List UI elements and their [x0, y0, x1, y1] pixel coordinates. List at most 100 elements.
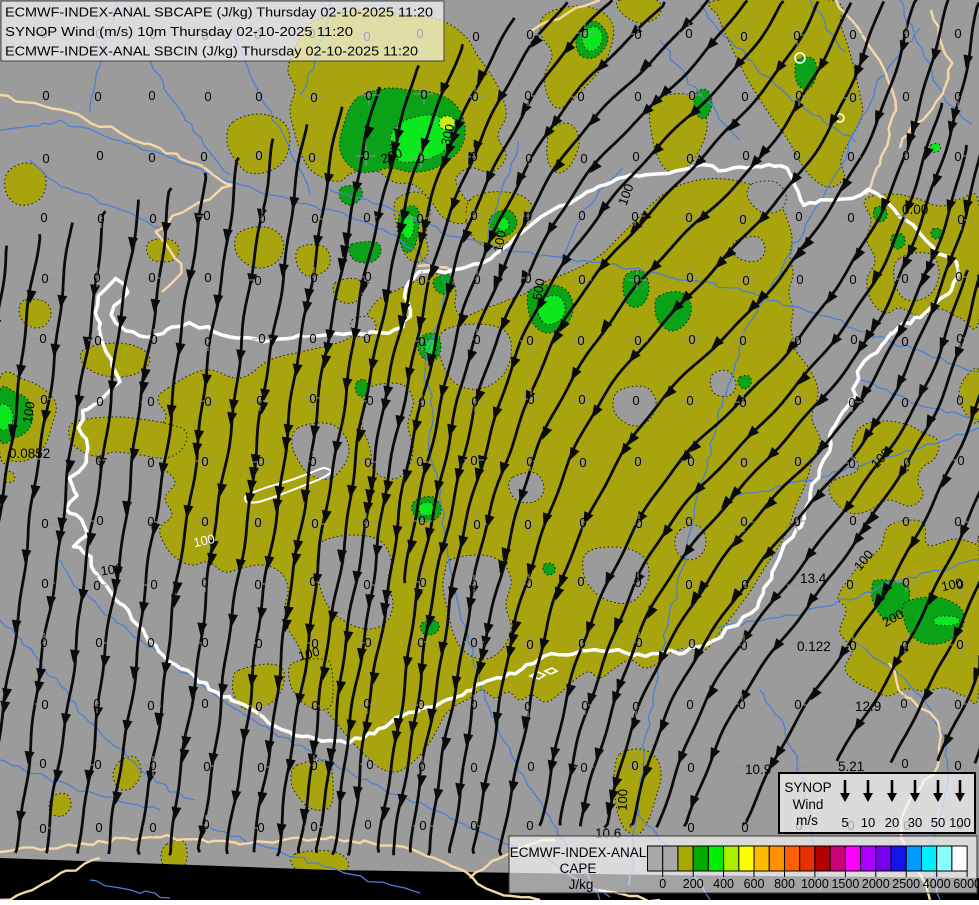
svg-text:0: 0	[635, 516, 642, 531]
svg-text:0: 0	[903, 455, 910, 470]
svg-text:ECMWF-INDEX-ANAL SBCAPE (J/kg): ECMWF-INDEX-ANAL SBCAPE (J/kg) Thursday …	[5, 6, 433, 20]
svg-text:0: 0	[900, 696, 907, 711]
svg-text:0: 0	[257, 454, 264, 469]
svg-text:0: 0	[419, 575, 426, 590]
svg-text:0: 0	[634, 89, 641, 104]
svg-text:0: 0	[310, 819, 317, 834]
svg-text:0: 0	[849, 513, 856, 528]
svg-text:0: 0	[687, 454, 694, 469]
svg-text:0: 0	[470, 818, 477, 833]
svg-text:ECMWF-INDEX-ANAL SBCIN (J/kg): ECMWF-INDEX-ANAL SBCIN (J/kg) Thursday 0…	[5, 45, 418, 59]
svg-text:0: 0	[418, 334, 425, 349]
svg-text:0: 0	[954, 89, 961, 104]
svg-text:0: 0	[40, 210, 47, 225]
svg-text:0: 0	[95, 453, 102, 468]
svg-text:0: 0	[686, 697, 693, 712]
svg-text:0: 0	[472, 29, 479, 44]
svg-text:0: 0	[418, 273, 425, 288]
svg-text:0: 0	[685, 514, 692, 529]
svg-text:0: 0	[738, 697, 745, 712]
svg-text:ECMWF-INDEX-ANAL: ECMWF-INDEX-ANAL	[510, 845, 647, 860]
svg-text:0: 0	[362, 516, 369, 531]
svg-text:0: 0	[417, 697, 424, 712]
svg-text:0: 0	[527, 759, 534, 774]
svg-text:0: 0	[739, 333, 746, 348]
svg-text:0: 0	[794, 393, 801, 408]
svg-text:0: 0	[418, 513, 425, 528]
svg-text:0: 0	[97, 211, 104, 226]
svg-text:0: 0	[149, 758, 156, 773]
svg-text:0: 0	[363, 696, 370, 711]
svg-text:0: 0	[578, 636, 585, 651]
svg-text:0: 0	[150, 577, 157, 592]
svg-text:0: 0	[416, 211, 423, 226]
svg-text:0: 0	[524, 517, 531, 532]
svg-text:0: 0	[527, 392, 534, 407]
svg-text:0: 0	[686, 270, 693, 285]
svg-text:0: 0	[204, 394, 211, 409]
svg-text:0: 0	[39, 331, 46, 346]
svg-text:0: 0	[149, 820, 156, 835]
svg-text:0: 0	[580, 760, 587, 775]
svg-text:0: 0	[954, 514, 961, 529]
svg-text:0: 0	[578, 272, 585, 287]
svg-text:0: 0	[581, 698, 588, 713]
svg-text:0: 0	[739, 212, 746, 227]
svg-text:0: 0	[740, 638, 747, 653]
svg-text:800: 800	[774, 877, 795, 891]
svg-text:0: 0	[40, 392, 47, 407]
svg-text:50: 50	[931, 815, 945, 830]
svg-text:0: 0	[473, 272, 480, 287]
svg-text:0: 0	[685, 26, 692, 41]
svg-text:0: 0	[255, 636, 262, 651]
svg-text:SYNOP Wind (m/s) 10m Thursday: SYNOP Wind (m/s) 10m Thursday 02-10-2025…	[5, 25, 353, 39]
svg-text:0: 0	[793, 28, 800, 43]
svg-text:0: 0	[148, 270, 155, 285]
svg-text:0: 0	[42, 151, 49, 166]
svg-text:0: 0	[93, 578, 100, 593]
svg-text:0: 0	[96, 148, 103, 163]
svg-text:0: 0	[255, 148, 262, 163]
svg-text:0: 0	[577, 89, 584, 104]
svg-text:0: 0	[954, 26, 961, 41]
svg-text:0: 0	[634, 575, 641, 590]
svg-text:0: 0	[203, 208, 210, 223]
svg-text:0: 0	[366, 393, 373, 408]
svg-text:0: 0	[362, 148, 369, 163]
svg-text:0: 0	[40, 635, 47, 650]
svg-text:0.0852: 0.0852	[9, 446, 50, 461]
svg-text:m/s: m/s	[796, 813, 818, 828]
svg-text:J/kg: J/kg	[569, 877, 594, 892]
svg-text:0: 0	[849, 90, 856, 105]
svg-text:0: 0	[632, 149, 639, 164]
svg-text:0: 0	[793, 514, 800, 529]
svg-text:0: 0	[526, 333, 533, 348]
svg-text:0: 0	[96, 394, 103, 409]
svg-text:1000: 1000	[801, 877, 829, 891]
svg-text:0: 0	[257, 760, 264, 775]
svg-text:0: 0	[580, 151, 587, 166]
svg-text:0: 0	[416, 454, 423, 469]
svg-text:0: 0	[94, 757, 101, 772]
svg-text:0: 0	[631, 209, 638, 224]
svg-text:0: 0	[147, 455, 154, 470]
svg-text:0: 0	[470, 453, 477, 468]
svg-text:0: 0	[418, 395, 425, 410]
svg-text:10.9: 10.9	[745, 762, 771, 777]
svg-text:0: 0	[201, 454, 208, 469]
svg-text:0: 0	[203, 759, 210, 774]
svg-text:0: 0	[148, 88, 155, 103]
svg-text:0: 0	[741, 89, 748, 104]
svg-text:0: 0	[150, 332, 157, 347]
svg-text:10: 10	[861, 815, 875, 830]
svg-text:20: 20	[885, 815, 899, 830]
svg-text:0: 0	[577, 574, 584, 589]
svg-text:0: 0	[147, 394, 154, 409]
svg-text:0: 0	[364, 635, 371, 650]
svg-text:0: 0	[793, 148, 800, 163]
svg-text:0: 0	[363, 577, 370, 592]
svg-text:0: 0	[363, 210, 370, 225]
svg-text:0: 0	[41, 516, 48, 531]
svg-text:0: 0	[577, 333, 584, 348]
svg-text:0: 0	[364, 455, 371, 470]
